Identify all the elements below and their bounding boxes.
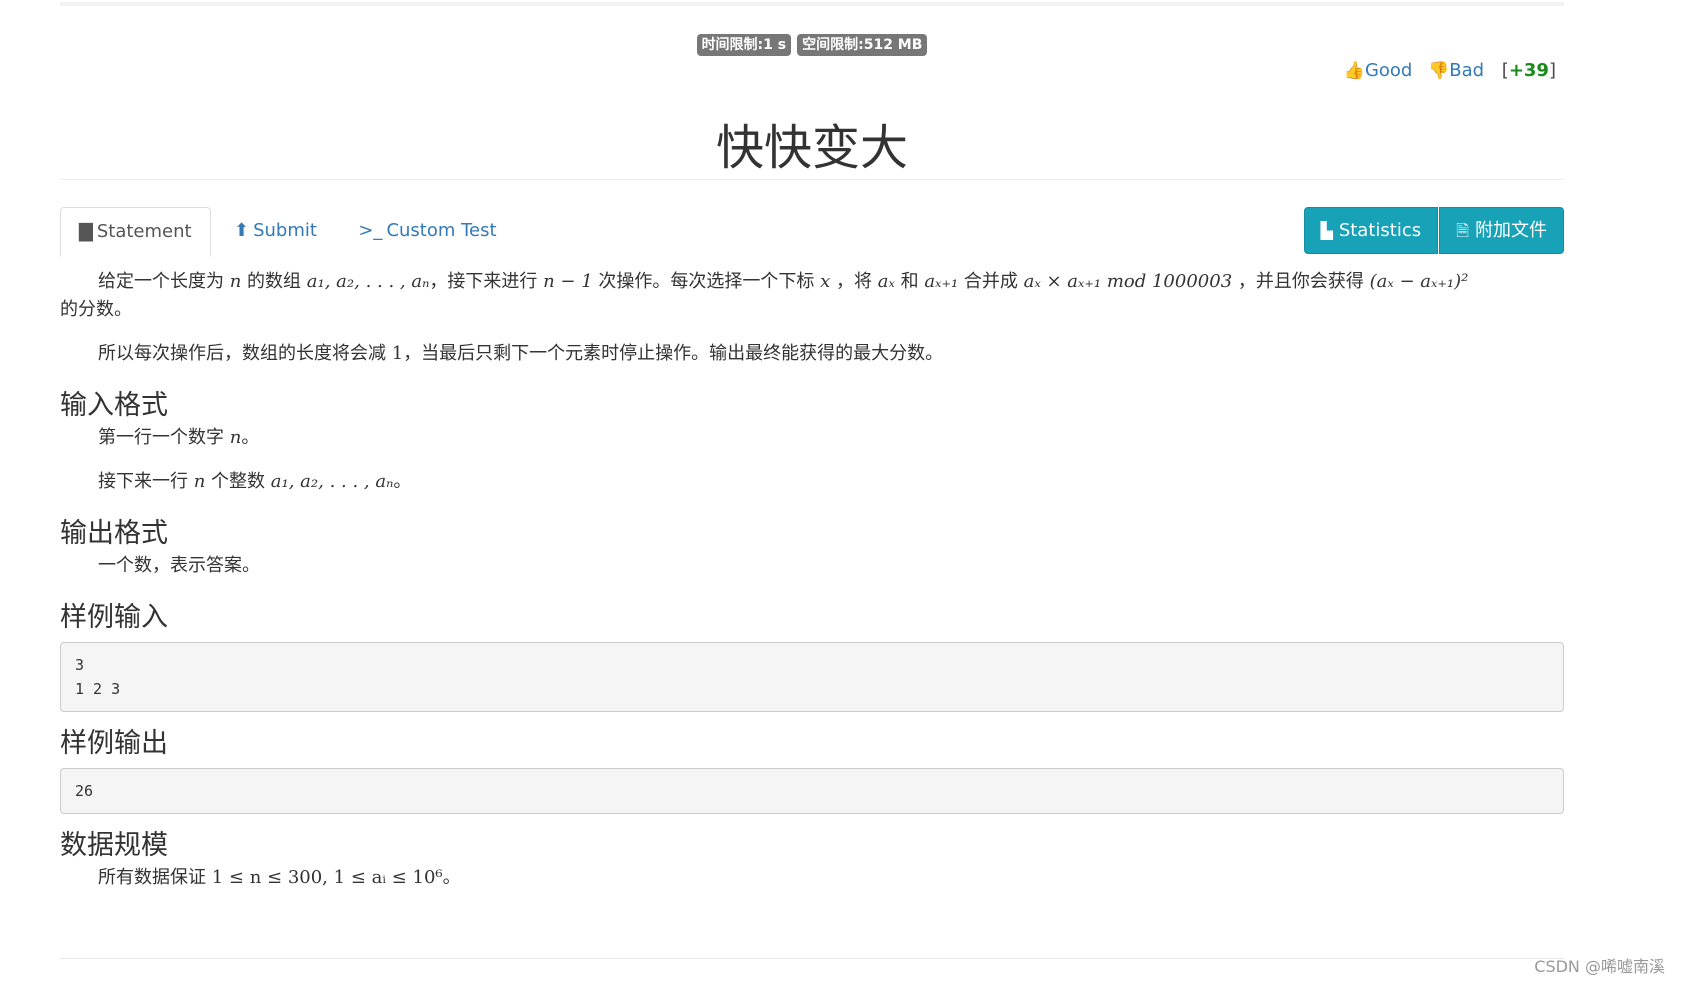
math-array: a₁, a₂, . . . , aₙ (270, 471, 394, 492)
memory-limit-badge: 空间限制:512 MB (797, 34, 928, 56)
math-array: a₁, a₂, . . . , aₙ (306, 271, 430, 292)
bad-vote-button[interactable]: 👎Bad (1428, 60, 1490, 81)
thumbs-down-icon: 👎 (1428, 61, 1450, 81)
constraints-text: 所有数据保证 1 ≤ n ≤ 300, 1 ≤ aᵢ ≤ 10⁶。 (60, 864, 1564, 892)
time-limit-badge: 时间限制:1 s (696, 34, 792, 56)
statistics-label: Statistics (1338, 220, 1422, 241)
book-icon: ▇ (79, 221, 93, 242)
text: ，将 (830, 271, 878, 292)
text: 第一行一个数字 (98, 427, 230, 448)
input-format-line-1: 第一行一个数字 n。 (60, 424, 1564, 452)
constraints-heading: 数据规模 (60, 830, 168, 861)
text: 。 (393, 471, 412, 492)
page-title: 快快变大 (715, 120, 908, 176)
text: 个整数 (205, 471, 271, 492)
watermark: CSDN @唏嘘南溪 (1534, 957, 1665, 976)
text: 所以每次操作后，数组的长度将会减 (98, 343, 392, 364)
bottom-divider (60, 958, 1564, 959)
thumbs-up-icon: 👍 (1343, 61, 1365, 81)
math-ax1: aₓ₊₁ (924, 271, 959, 292)
statement-paragraph-1: 给定一个长度为 n 的数组 a₁, a₂, . . . , aₙ，接下来进行 n… (60, 268, 1564, 324)
problem-tabs: ▇ Statement ⬆ Submit >_ Custom Test (60, 207, 515, 257)
vote-bar: 👍Good 👎Bad [+39] (1334, 60, 1556, 81)
input-format-line-2: 接下来一行 n 个整数 a₁, a₂, . . . , aₙ。 (60, 468, 1564, 496)
input-format-heading: 输入格式 (60, 390, 168, 421)
tab-statement-label: Statement (96, 221, 192, 242)
statistics-button[interactable]: ▙ Statistics (1303, 207, 1439, 254)
tab-statement[interactable]: ▇ Statement (60, 207, 211, 257)
statement-content: 给定一个长度为 n 的数组 a₁, a₂, . . . , aₙ，接下来进行 n… (60, 268, 1564, 892)
text: 给定一个长度为 (98, 271, 230, 292)
output-format-text: 一个数，表示答案。 (98, 555, 260, 576)
text: ，接下来进行 (429, 271, 544, 292)
math-n: n (193, 471, 206, 492)
score-close-bracket: ] (1548, 60, 1556, 81)
math-n-minus-1: n − 1 (543, 271, 593, 292)
sample-output-heading: 样例输出 (60, 728, 168, 759)
top-divider (60, 2, 1564, 6)
text: 和 (894, 271, 925, 292)
text: 的数组 (241, 271, 307, 292)
tab-custom-test-label: Custom Test (386, 220, 497, 241)
tab-custom-test[interactable]: >_ Custom Test (340, 207, 514, 255)
sample-input-heading: 样例输入 (60, 602, 168, 633)
statement-paragraph-2: 所以每次操作后，数组的长度将会减 1，当最后只剩下一个元素时停止操作。输出最终能… (60, 340, 1564, 368)
upload-circle-icon: ⬆ (233, 220, 250, 241)
vote-score: [+39] (1502, 60, 1556, 81)
math-score: (aₓ − aₓ₊₁)² (1369, 271, 1469, 292)
terminal-icon: >_ (358, 220, 383, 241)
math-n: n (229, 271, 242, 292)
tab-submit-label: Submit (253, 220, 317, 241)
good-label: Good (1364, 60, 1413, 81)
attachments-button[interactable]: 🗎 附加文件 (1439, 207, 1564, 254)
tab-submit[interactable]: ⬆ Submit (216, 207, 335, 255)
math-x: x (820, 271, 831, 292)
text: 。 (241, 427, 260, 448)
math-constraints: 1 ≤ n ≤ 300, 1 ≤ aᵢ ≤ 10⁶ (211, 867, 443, 888)
text: 的分数。 (60, 299, 132, 320)
text: 所有数据保证 (98, 867, 212, 888)
bar-chart-icon: ▙ (1320, 221, 1333, 240)
good-vote-button[interactable]: 👍Good (1344, 60, 1418, 81)
math-one: 1 (391, 343, 404, 364)
text: ，并且你会获得 (1232, 271, 1370, 292)
math-ax: aₓ (877, 271, 895, 292)
limits-bar: 时间限制:1 s 空间限制:512 MB (60, 34, 1564, 56)
file-icon: 🗎 (1456, 221, 1469, 240)
action-buttons: ▙ Statistics 🗎 附加文件 (1303, 207, 1564, 254)
text: 合并成 (958, 271, 1024, 292)
text: 。 (442, 867, 461, 888)
text: 次操作。每次选择一个下标 (592, 271, 821, 292)
title-divider (60, 179, 1564, 180)
text: 接下来一行 (98, 471, 194, 492)
score-value: +39 (1508, 60, 1549, 81)
sample-output-block[interactable]: 26 (60, 768, 1564, 814)
text: ，当最后只剩下一个元素时停止操作。输出最终能获得的最大分数。 (403, 343, 944, 364)
attachments-label: 附加文件 (1475, 220, 1547, 241)
bad-label: Bad (1449, 60, 1485, 81)
output-format-heading: 输出格式 (60, 518, 168, 549)
sample-input-block[interactable]: 3 1 2 3 (60, 642, 1564, 712)
math-n: n (229, 427, 242, 448)
score-open-bracket: [ (1501, 60, 1509, 81)
math-merge: aₓ × aₓ₊₁ mod 1000003 (1023, 271, 1233, 292)
